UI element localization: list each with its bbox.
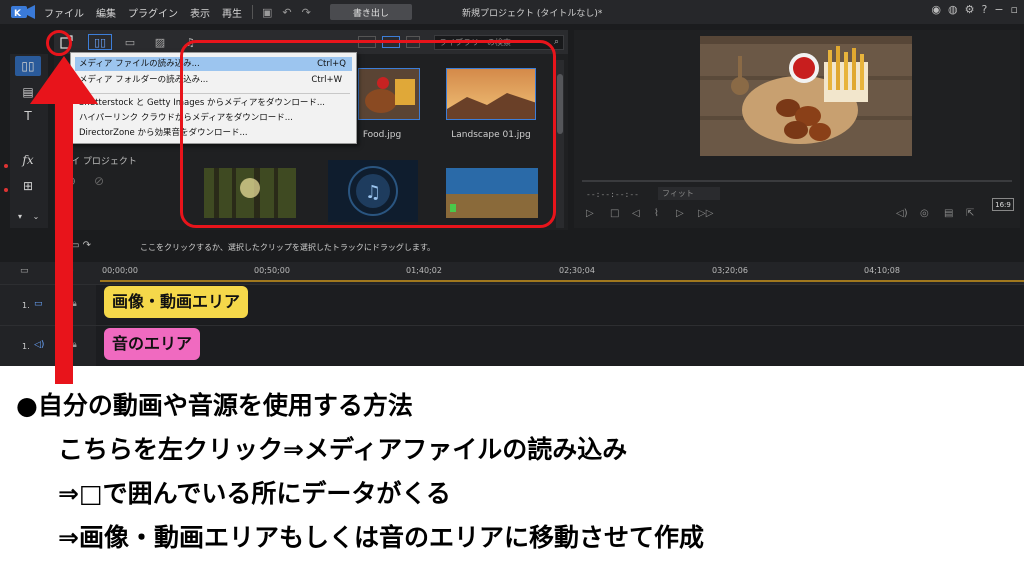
fx-room-icon[interactable]: fx — [15, 150, 41, 170]
tick-label: 00;00;00 — [102, 266, 138, 275]
fit-select[interactable]: フィット — [658, 187, 720, 200]
menu-view[interactable]: 表示 — [184, 5, 216, 20]
tick-label: 01;40;02 — [406, 266, 442, 275]
account-icon[interactable]: ◉ — [931, 3, 941, 16]
instruction-caption: ●自分の動画や音源を使用する方法 こちらを左クリック⇒メディアファイルの読み込み… — [16, 384, 1016, 560]
export-button[interactable]: 書き出し — [329, 4, 412, 20]
project-label: マイ プロジェクト — [62, 157, 137, 167]
library-scrollbar[interactable] — [556, 60, 564, 228]
audio-track-icon: ◁) — [34, 340, 45, 350]
undock-icon[interactable]: ⇱ — [966, 208, 974, 219]
save-icon[interactable]: ▣ — [257, 6, 277, 19]
title-room-icon[interactable]: T — [15, 106, 41, 126]
window-controls: ◉ ◍ ⚙ ? − ▫ — [931, 3, 1018, 16]
caption-line-4: ⇒画像・動画エリアもしくは音のエリアに移動させて作成 — [58, 523, 704, 552]
edit-folder-icon[interactable]: ⊘ — [94, 174, 104, 188]
menu-play[interactable]: 再生 — [216, 5, 248, 20]
split-icon[interactable]: ⌇ — [654, 208, 659, 219]
app-logo-icon: K — [8, 4, 38, 20]
svg-text:K: K — [14, 9, 22, 19]
pip-room-icon[interactable]: ⊞ — [15, 176, 41, 196]
prev-frame-icon[interactable]: ◁ — [632, 208, 640, 219]
tab-video[interactable]: ▯▯ — [88, 34, 112, 50]
track-number: 1. — [22, 342, 30, 351]
settings-gear-icon[interactable]: ⚙ — [965, 3, 975, 16]
menu-divider — [252, 5, 253, 19]
window-title: 新規プロジェクト (タイトルなし)* — [462, 9, 603, 19]
audio-area-label: 音のエリア — [104, 328, 201, 360]
play-icon[interactable]: ▷ — [586, 208, 594, 219]
notification-icon[interactable]: ◍ — [948, 3, 958, 16]
audio-track-header: 1. ◁) 🔒︎ — [0, 326, 96, 366]
import-button-highlight — [46, 30, 72, 56]
video-area-label: 画像・動画エリア — [104, 286, 249, 318]
track-manager-icon[interactable]: ▭ — [20, 266, 29, 276]
minimize-button[interactable]: − — [994, 3, 1003, 16]
volume-icon[interactable]: ◁) — [896, 208, 908, 219]
menu-edit[interactable]: 編集 — [90, 5, 122, 20]
undo-icon[interactable]: ↶ — [277, 6, 296, 19]
preview-image — [700, 36, 912, 156]
chevron-menu-icon[interactable]: ⌄ — [30, 206, 42, 226]
menu-file[interactable]: ファイル — [38, 5, 90, 20]
tab-image[interactable]: ▨ — [148, 34, 172, 50]
menu-plugin[interactable]: プラグイン — [122, 5, 184, 20]
aspect-ratio-badge[interactable]: 16:9 — [992, 198, 1014, 211]
chevron-down-icon[interactable]: ▾ — [14, 206, 26, 226]
preview-panel: --:--:--:-- フィット ▷ □ ◁ ⌇ ▷ ▷▷ ◁) ◎ ▤ ⇱ 1… — [574, 30, 1020, 228]
stop-icon[interactable]: □ — [610, 208, 619, 219]
tick-label: 03;20;06 — [712, 266, 748, 275]
screen-icon[interactable]: ▤ — [944, 208, 953, 219]
tick-label: 02;30;04 — [559, 266, 595, 275]
caption-line-2: こちらを左クリック⇒メディアファイルの読み込み — [58, 435, 628, 464]
caption-line-1: ●自分の動画や音源を使用する方法 — [16, 391, 413, 420]
preview-progress-bar[interactable] — [582, 180, 1012, 182]
next-frame-icon[interactable]: ▷ — [676, 208, 684, 219]
red-arrow-head — [30, 56, 98, 104]
red-arrow-shaft — [55, 100, 73, 384]
preview-timecode: --:--:--:-- — [586, 190, 639, 199]
search-icon[interactable]: ⌕ — [554, 36, 559, 49]
video-track-icon: ▭ — [34, 299, 43, 309]
snapshot-icon[interactable]: ◎ — [920, 208, 929, 219]
track-number: 1. — [22, 301, 30, 310]
redo-icon[interactable]: ↷ — [297, 6, 316, 19]
new-badge — [4, 164, 8, 168]
tick-label: 04;10;08 — [864, 266, 900, 275]
new-badge — [4, 188, 8, 192]
fast-forward-icon[interactable]: ▷▷ — [698, 208, 713, 219]
media-area-highlight — [180, 40, 556, 228]
tab-film[interactable]: ▭ — [118, 34, 142, 50]
scroll-thumb[interactable] — [557, 74, 563, 134]
timeline-hint: ここをクリックするか、選択したクリップを選択したトラックにドラッグします。 — [140, 243, 436, 252]
video-track-header: 1. ▭ 🔒︎ — [0, 285, 96, 325]
restore-button[interactable]: ▫ — [1011, 3, 1018, 16]
help-button[interactable]: ? — [981, 3, 987, 16]
timeline-tool-icon[interactable]: ▭ ↷ — [70, 240, 91, 251]
ruler-range-bar — [100, 280, 1024, 282]
app-window: K ファイル 編集 プラグイン 表示 再生 ▣ ↶ ↷ 書き出し 新規プロジェク… — [0, 0, 1024, 366]
caption-line-3: ⇒□で囲んでいる所にデータがくる — [58, 479, 451, 508]
tick-label: 00;50;00 — [254, 266, 290, 275]
